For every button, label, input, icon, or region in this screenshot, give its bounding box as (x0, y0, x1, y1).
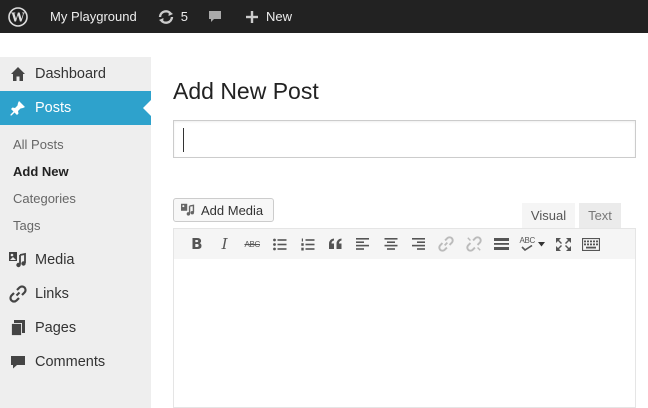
keyboard-icon (581, 237, 600, 251)
post-content-editor[interactable] (173, 259, 636, 408)
menu-item-label: Comments (35, 354, 106, 370)
chevron-down-icon (538, 241, 546, 246)
menu-item-comments[interactable]: Comments (0, 345, 151, 379)
fullscreen-icon (555, 237, 571, 251)
spellcheck-icon: ABC (519, 237, 535, 251)
italic-button[interactable]: I (211, 232, 239, 256)
submenu-tags[interactable]: Tags (0, 212, 151, 239)
media-icon (9, 251, 27, 269)
tab-text[interactable]: Text (579, 203, 621, 228)
menu-item-media[interactable]: Media (0, 243, 151, 277)
align-left-button[interactable] (349, 232, 377, 256)
menu-item-label: Links (35, 286, 69, 302)
link-icon (9, 285, 27, 303)
unlink-icon (466, 236, 482, 252)
remove-link-button[interactable] (460, 232, 488, 256)
menu-item-posts[interactable]: Posts (0, 91, 151, 125)
editor-toolbar: B I ABC ABC (173, 228, 636, 259)
svg-text:W: W (10, 10, 25, 24)
menu-item-label: Media (35, 252, 75, 268)
page-title: Add New Post (173, 78, 319, 104)
bold-icon: B (191, 235, 203, 253)
align-right-icon (412, 238, 426, 250)
align-center-button[interactable] (377, 232, 405, 256)
bold-button[interactable]: B (183, 232, 211, 256)
pages-icon (9, 319, 27, 337)
menu-item-label: Dashboard (35, 66, 106, 82)
new-label: New (265, 9, 292, 24)
wordpress-logo-icon[interactable]: W (8, 0, 38, 33)
insert-link-button[interactable] (432, 232, 460, 256)
bullet-list-icon (273, 238, 287, 250)
numbered-list-button[interactable] (294, 232, 322, 256)
blockquote-icon (328, 238, 342, 249)
toolbar-toggle-button[interactable] (577, 232, 605, 256)
menu-item-label: Posts (35, 100, 72, 116)
read-more-icon (493, 238, 509, 250)
menu-item-pages[interactable]: Pages (0, 311, 151, 345)
submenu-categories[interactable]: Categories (0, 185, 151, 212)
updates-count: 5 (180, 9, 188, 24)
fullscreen-button[interactable] (549, 232, 577, 256)
site-name-link[interactable]: My Playground (50, 0, 137, 33)
posts-submenu: All Posts Add New Categories Tags (0, 125, 151, 243)
submenu-all-posts[interactable]: All Posts (0, 131, 151, 158)
add-media-button[interactable]: Add Media (173, 198, 274, 222)
menu-item-links[interactable]: Links (0, 277, 151, 311)
align-right-button[interactable] (405, 232, 433, 256)
bullet-list-button[interactable] (266, 232, 294, 256)
dashboard-icon (9, 65, 27, 83)
post-title-input[interactable] (173, 120, 636, 158)
comment-icon (208, 10, 221, 22)
menu-item-label: Pages (35, 320, 77, 336)
strikethrough-icon: ABC (244, 239, 260, 249)
align-left-icon (355, 238, 369, 250)
tab-visual[interactable]: Visual (522, 203, 575, 228)
pushpin-icon (9, 99, 27, 117)
plus-icon (245, 10, 258, 23)
text-caret (183, 128, 184, 152)
add-media-label: Add Media (201, 202, 264, 218)
menu-item-dashboard[interactable]: Dashboard (0, 57, 151, 91)
insert-more-button[interactable] (488, 232, 516, 256)
comments-link[interactable] (208, 0, 222, 33)
align-center-icon (384, 238, 398, 250)
new-content-link[interactable]: New (245, 0, 292, 33)
submenu-add-new[interactable]: Add New (0, 158, 151, 185)
spellcheck-label: ABC (519, 236, 536, 245)
admin-menu: Dashboard Posts All Posts Add New Catego… (0, 57, 151, 408)
admin-bar: W My Playground 5 New (0, 0, 648, 33)
site-name-label: My Playground (50, 9, 137, 24)
spellcheck-button[interactable]: ABC (515, 232, 549, 256)
updates-link[interactable]: 5 (157, 0, 188, 33)
media-icon (181, 203, 195, 216)
strikethrough-button[interactable]: ABC (238, 232, 266, 256)
comment-icon (9, 353, 27, 371)
updates-icon (158, 9, 173, 24)
link-icon (438, 236, 454, 252)
italic-icon: I (221, 235, 228, 253)
numbered-list-icon (300, 238, 315, 250)
blockquote-button[interactable] (321, 232, 349, 256)
